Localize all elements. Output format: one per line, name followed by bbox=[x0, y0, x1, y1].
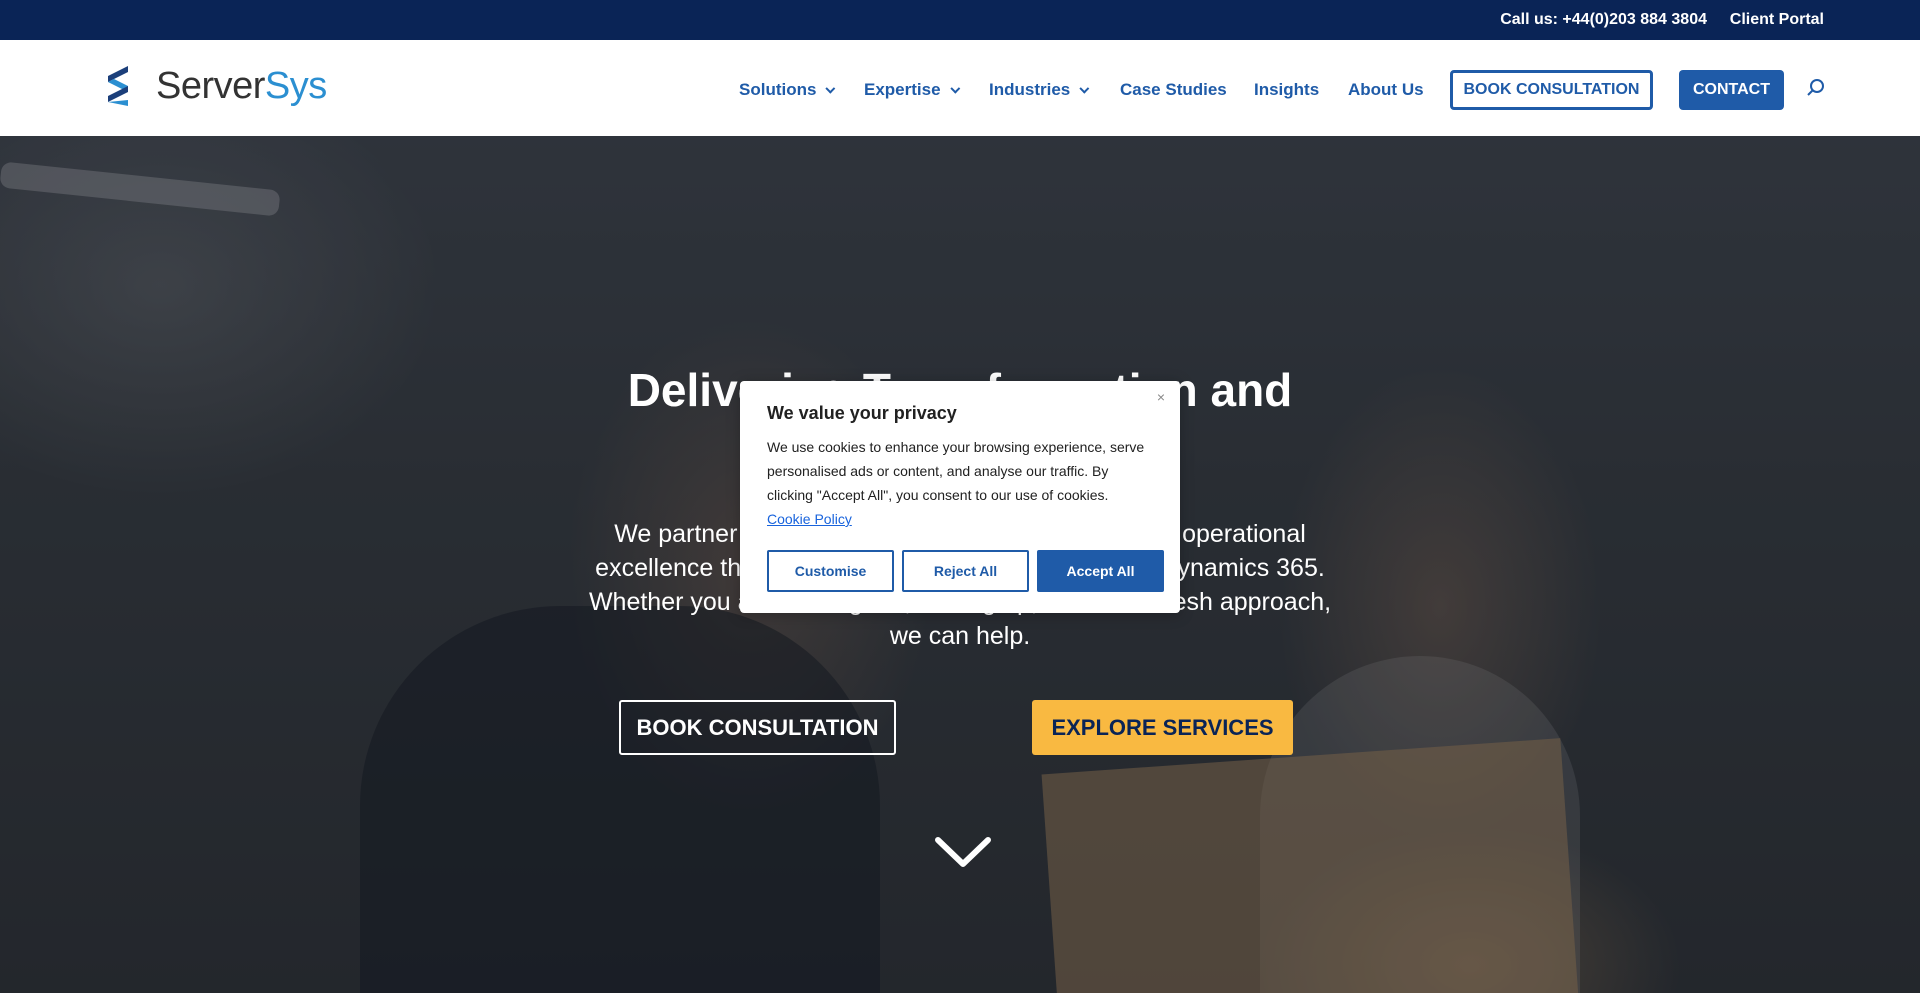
book-consultation-button[interactable]: BOOK CONSULTATION bbox=[1450, 70, 1653, 110]
nav-insights[interactable]: Insights bbox=[1254, 80, 1319, 100]
cookie-title: We value your privacy bbox=[767, 403, 957, 423]
site-header: ServerSys Solutions Expertise Industries… bbox=[0, 40, 1920, 136]
cookie-buttons: Customise Reject All Accept All bbox=[767, 550, 1164, 592]
main-nav: Solutions Expertise Industries Case Stud… bbox=[0, 40, 1920, 136]
search-icon[interactable] bbox=[1806, 78, 1826, 98]
cookie-body: We use cookies to enhance your browsing … bbox=[767, 439, 1145, 503]
nav-about-us[interactable]: About Us bbox=[1348, 80, 1424, 100]
accept-all-button[interactable]: Accept All bbox=[1037, 550, 1164, 592]
explore-services-button[interactable]: EXPLORE SERVICES bbox=[1032, 700, 1293, 755]
nav-case-studies[interactable]: Case Studies bbox=[1120, 80, 1227, 100]
chevron-down-icon bbox=[1079, 83, 1090, 94]
client-portal-link[interactable]: Client Portal bbox=[1730, 11, 1824, 29]
nav-expertise[interactable]: Expertise bbox=[864, 80, 960, 100]
cookie-text: We use cookies to enhance your browsing … bbox=[767, 435, 1153, 531]
chevron-down-icon bbox=[825, 83, 836, 94]
nav-industries[interactable]: Industries bbox=[989, 80, 1090, 100]
chevron-down-icon bbox=[949, 83, 960, 94]
close-icon[interactable]: × bbox=[1157, 389, 1165, 405]
top-bar: Call us: +44(0)203 884 3804 Client Porta… bbox=[0, 0, 1920, 40]
cookie-consent-dialog: × We value your privacy We use cookies t… bbox=[740, 381, 1180, 613]
nav-label: Solutions bbox=[739, 80, 817, 99]
phone-link[interactable]: Call us: +44(0)203 884 3804 bbox=[1500, 11, 1707, 29]
reject-all-button[interactable]: Reject All bbox=[902, 550, 1029, 592]
customise-button[interactable]: Customise bbox=[767, 550, 894, 592]
nav-solutions[interactable]: Solutions bbox=[739, 80, 836, 100]
nav-label: Industries bbox=[989, 80, 1071, 99]
nav-label: Expertise bbox=[864, 80, 941, 99]
hero-book-consultation-button[interactable]: BOOK CONSULTATION bbox=[619, 700, 896, 755]
contact-button[interactable]: CONTACT bbox=[1679, 70, 1784, 110]
chevron-down-icon[interactable] bbox=[934, 836, 992, 870]
cookie-policy-link[interactable]: Cookie Policy bbox=[767, 511, 852, 527]
